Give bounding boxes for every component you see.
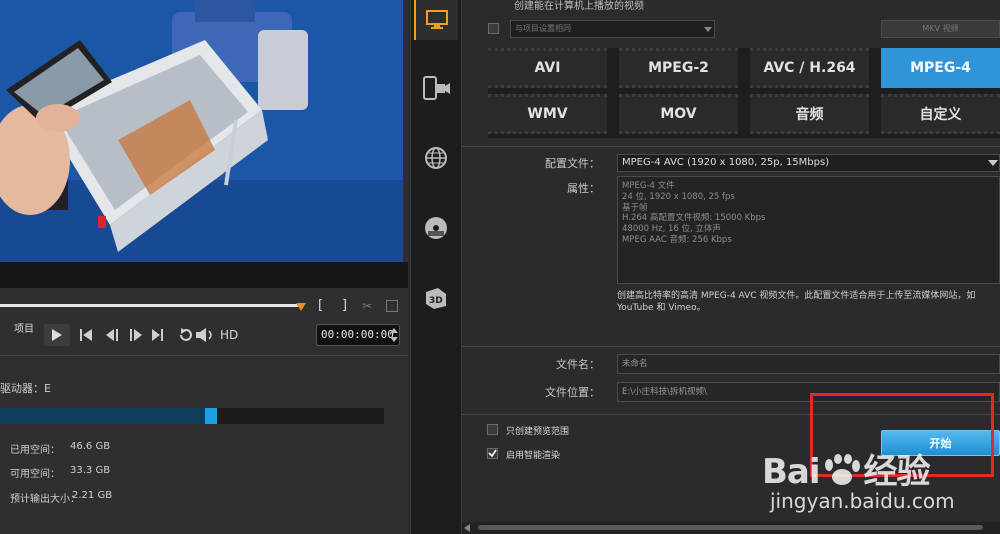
- watermark-url: jingyan.baidu.com: [770, 489, 955, 513]
- cut-icon[interactable]: ✂: [362, 299, 372, 313]
- scroll-left-icon[interactable]: [464, 524, 470, 532]
- preview-only-label: 只创建预览范围: [506, 427, 570, 437]
- location-label: 文件位置：: [545, 386, 600, 399]
- project-mode-label[interactable]: 项目: [14, 320, 34, 335]
- device-icon: [423, 76, 450, 100]
- chevron-down-icon: [988, 160, 998, 166]
- timecode-stepper-icon[interactable]: [390, 326, 398, 344]
- format-button[interactable]: 音频: [750, 94, 869, 134]
- go-end-icon: [152, 329, 160, 341]
- watermark-brand2: 经验: [863, 452, 931, 492]
- property-line: MPEG-4 文件: [622, 181, 675, 191]
- smart-render-checkbox[interactable]: [487, 448, 498, 459]
- prev-frame-icon: [106, 329, 114, 341]
- format-button[interactable]: AVI: [488, 48, 607, 88]
- next-frame-icon: [130, 329, 132, 341]
- divider-2: [462, 346, 1000, 347]
- format-button[interactable]: 自定义: [881, 94, 1000, 134]
- disc-icon: [425, 217, 447, 239]
- drive-estimate-marker: [205, 408, 217, 424]
- transport-controls: [80, 328, 212, 342]
- properties-box: MPEG-4 文件 24 位, 1920 x 1080, 25 fps 基于帧 …: [617, 176, 1000, 284]
- top-right-option-button[interactable]: MKV 视频: [881, 20, 1000, 38]
- rail-3d[interactable]: 3D: [414, 278, 458, 318]
- playhead-marker[interactable]: [296, 303, 306, 311]
- play-icon: [52, 329, 62, 341]
- rail-device[interactable]: [414, 68, 458, 108]
- property-line: 基于帧: [622, 202, 648, 213]
- computer-icon: [426, 10, 448, 29]
- play-button[interactable]: [44, 324, 70, 346]
- divider-1: [462, 146, 1000, 147]
- section-header: 创建能在计算机上播放的视频: [514, 1, 644, 12]
- mark-in-button[interactable]: [: [318, 298, 323, 313]
- filename-label: 文件名：: [556, 358, 600, 371]
- drive-title: 驱动器：E: [0, 382, 51, 395]
- smart-render-label: 启用智能渲染: [506, 451, 561, 461]
- used-space-value: 46.6 GB: [70, 441, 111, 452]
- format-button[interactable]: MPEG-4: [881, 48, 1000, 88]
- scrollbar-thumb[interactable]: [478, 525, 983, 530]
- video-preview[interactable]: [0, 0, 403, 262]
- estimate-label: 预计输出大小：: [10, 494, 80, 505]
- mark-out-button[interactable]: ]: [342, 298, 347, 313]
- match-project-checkbox[interactable]: [488, 23, 499, 34]
- go-start-icon: [80, 329, 82, 341]
- property-line: MPEG AAC 音频: 256 Kbps: [622, 234, 732, 245]
- volume-icon: [196, 328, 206, 342]
- profile-dropdown[interactable]: MPEG-4 AVC (1920 x 1080, 25p, 15Mbps): [617, 154, 1000, 172]
- free-space-value: 33.3 GB: [70, 465, 111, 476]
- properties-label: 属性：: [567, 182, 600, 195]
- svg-text:3D: 3D: [429, 296, 443, 306]
- panel-divider: [0, 355, 408, 356]
- video-letterbox: [0, 262, 408, 288]
- rail-web[interactable]: [414, 138, 458, 178]
- match-project-dropdown[interactable]: 与项目设置相同: [510, 20, 715, 38]
- paw-icon: [824, 454, 860, 485]
- rail-computer[interactable]: [414, 0, 458, 40]
- timecode-display[interactable]: 00:00:00:00: [316, 324, 400, 346]
- drive-used-fill: [0, 408, 205, 424]
- free-space-label: 可用空间：: [10, 469, 60, 480]
- used-space-label: 已用空间：: [10, 445, 60, 456]
- dropdown-arrow-icon: [704, 27, 712, 32]
- property-line: H.264 高配置文件视频: 15000 Kbps: [622, 213, 766, 224]
- property-line: 24 位, 1920 x 1080, 25 fps: [622, 191, 735, 202]
- checkmark-icon: [488, 449, 497, 458]
- format-button[interactable]: MPEG-2: [619, 48, 738, 88]
- profile-label: 配置文件：: [545, 157, 600, 170]
- timeline-scrubber[interactable]: [0, 304, 300, 307]
- format-button[interactable]: WMV: [488, 94, 607, 134]
- watermark-logo: Bai 经验: [762, 444, 931, 493]
- hd-toggle[interactable]: HD: [220, 328, 238, 342]
- preview-only-checkbox[interactable]: [487, 424, 498, 435]
- estimate-value: 2.21 GB: [72, 490, 113, 501]
- format-button[interactable]: MOV: [619, 94, 738, 134]
- rail-disc[interactable]: [414, 208, 458, 248]
- 3d-icon: 3D: [426, 288, 446, 309]
- web-icon: [425, 147, 447, 169]
- watermark-brand: Bai: [762, 452, 821, 492]
- copy-icon[interactable]: [386, 300, 398, 312]
- video-frame-image: [0, 0, 403, 262]
- property-line: 48000 Hz, 16 位, 立体声: [622, 224, 721, 235]
- filename-input[interactable]: 未命名: [617, 354, 1000, 374]
- profile-description: 创建高比特率的高清 MPEG-4 AVC 视频文件。此配置文件适合用于上传至流媒…: [617, 291, 976, 313]
- format-button[interactable]: AVC / H.264: [750, 48, 869, 88]
